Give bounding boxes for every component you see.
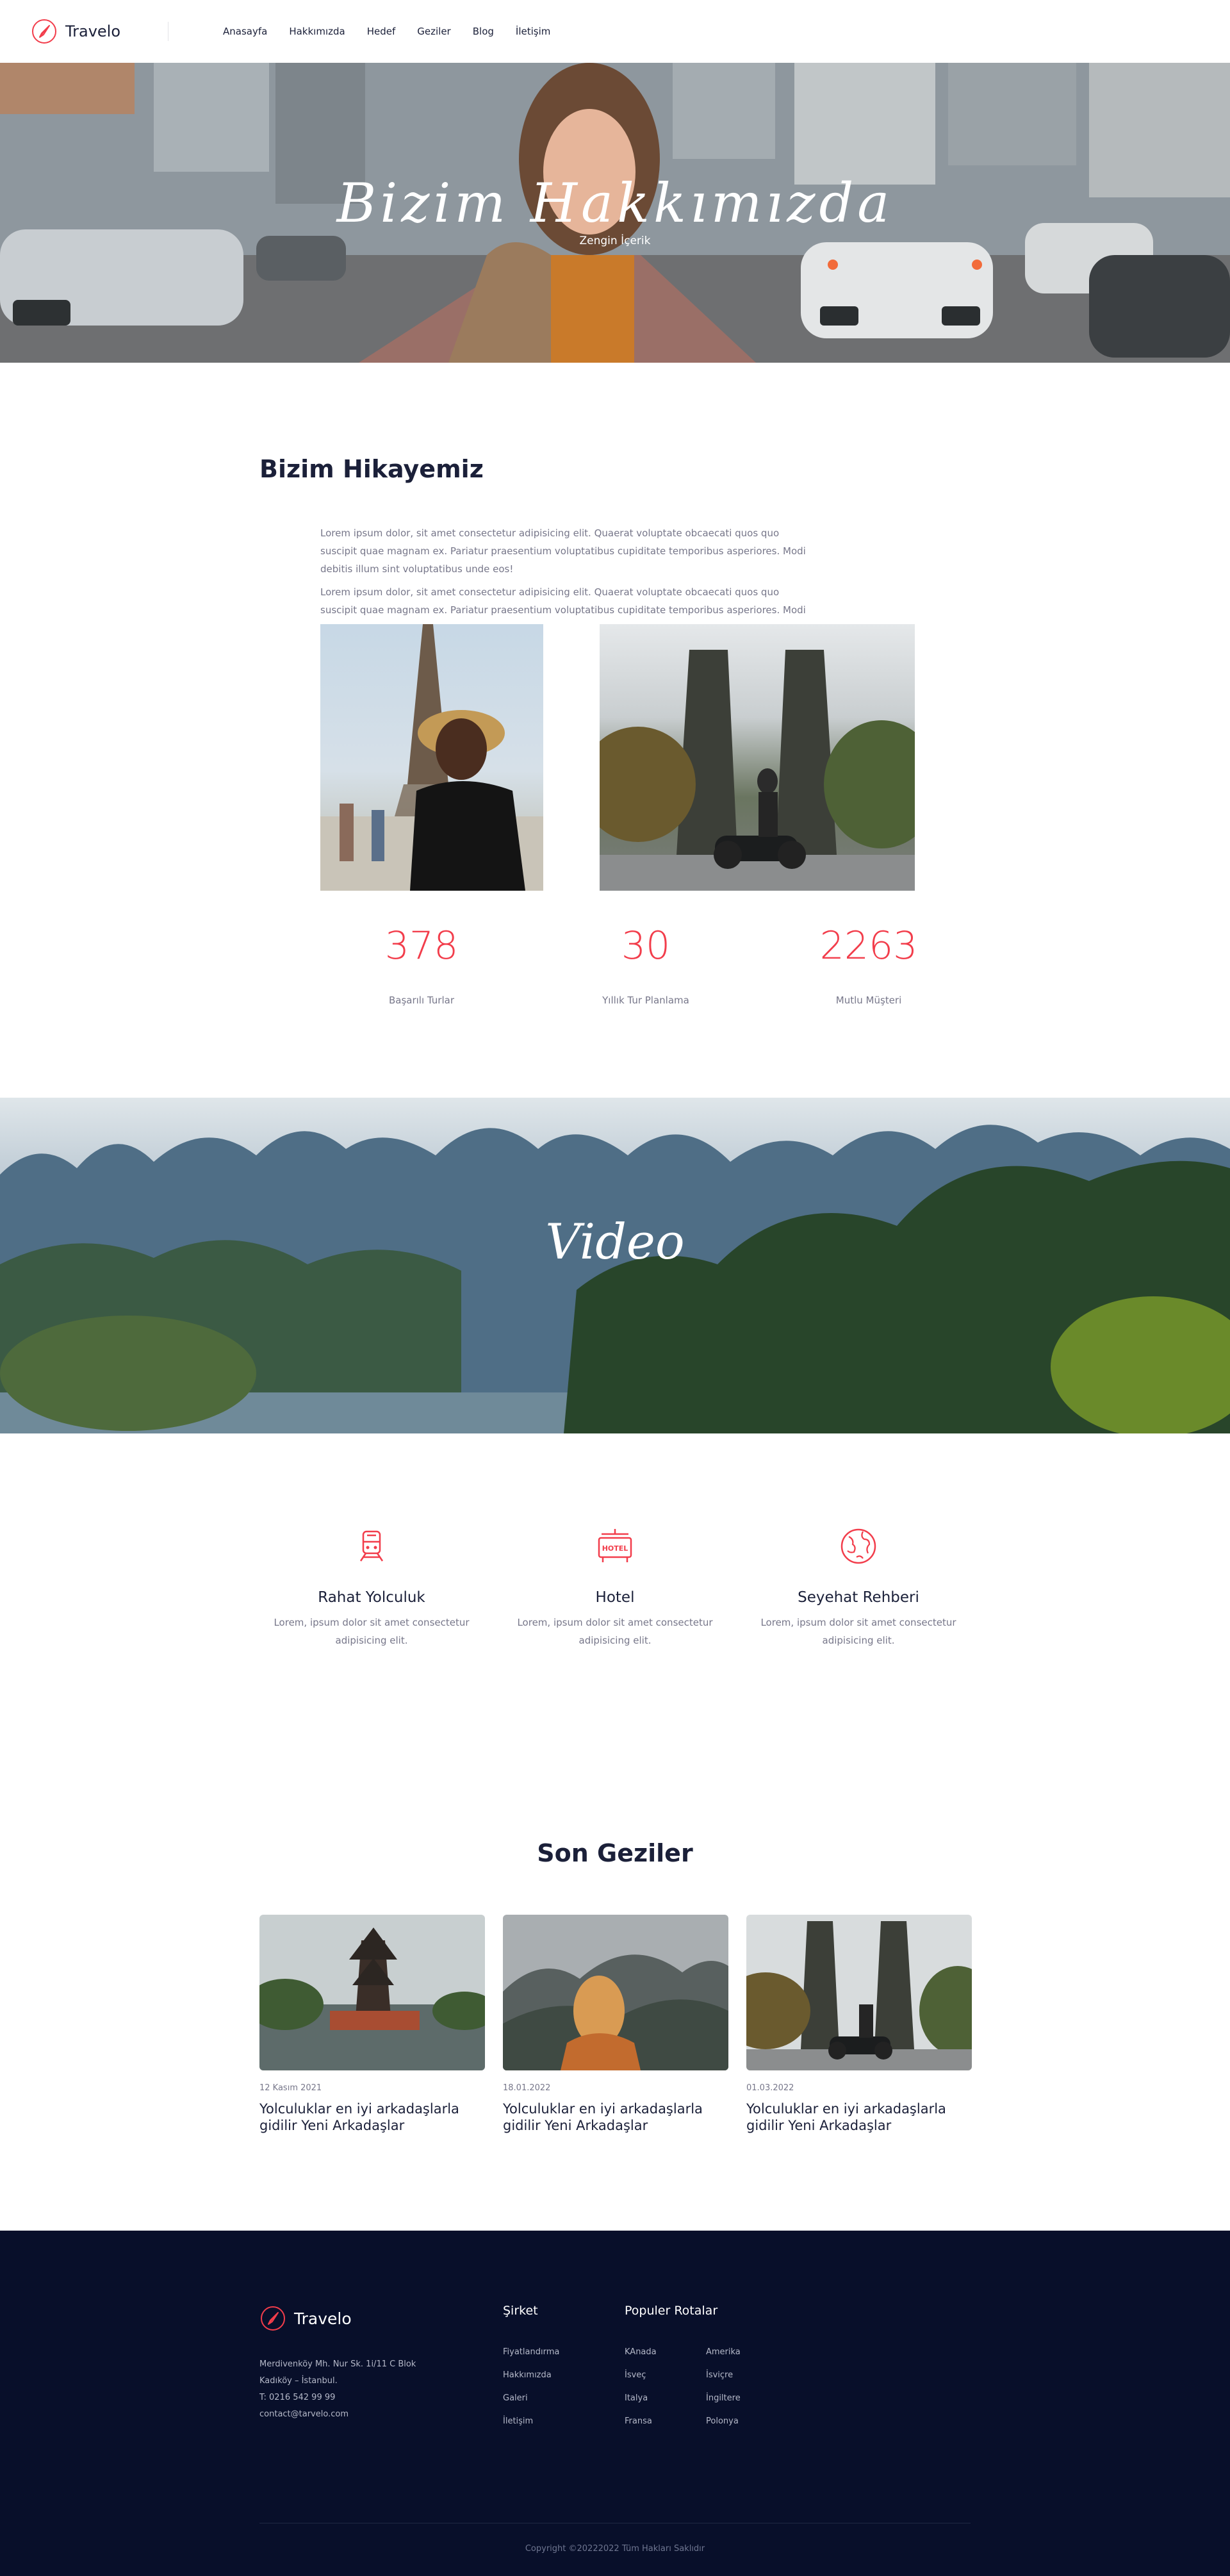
- nav-link-trips[interactable]: Geziler: [417, 26, 450, 37]
- trip-image-temple-lake[interactable]: [259, 1915, 485, 2070]
- stat-planning-value: 30: [621, 923, 671, 968]
- temple-lake-art: [259, 1915, 485, 2070]
- trip-title[interactable]: Yolculuklar en iyi arkadaşlarla gidilir …: [746, 2101, 972, 2134]
- copyright-text: Copyright ©20222022 Tüm Hakları Saklıdır: [525, 2544, 705, 2554]
- hero-banner: Bizim Hakkımızda Zengin İçerik: [0, 63, 1230, 363]
- route-link[interactable]: İngiltere: [706, 2387, 741, 2410]
- route-link[interactable]: İsveç: [625, 2364, 657, 2387]
- footer-link[interactable]: Hakkımızda: [503, 2364, 559, 2387]
- trip-image-misty-mountains[interactable]: [503, 1915, 728, 2070]
- stat-tours: 378 Başarılı Turlar: [338, 923, 505, 1006]
- footer-company-links: Fiyatlandırma Hakkımızda Galeri İletişim: [503, 2341, 559, 2433]
- compass-logo-icon: [261, 2306, 285, 2331]
- stat-tours-value: 378: [384, 923, 459, 968]
- eiffel-photo-art: [320, 624, 543, 891]
- stat-customers-value: 2263: [819, 923, 918, 968]
- feature-travel-guide: Seyehat Rehberi Lorem, ipsum dolor sit a…: [750, 1525, 967, 1649]
- address-line: Merdivenköy Mh. Nur Sk. 1i/11 C Blok: [259, 2359, 416, 2369]
- hotel-icon-text: HOTEL: [602, 1544, 628, 1553]
- hotel-icon: HOTEL: [598, 1529, 632, 1562]
- trip-image-temple-gate[interactable]: [746, 1915, 972, 2070]
- address-line: Kadıköy – İstanbul.: [259, 2376, 338, 2386]
- gate-photo-art: [600, 650, 915, 891]
- stat-tours-label: Başarılı Turlar: [388, 995, 454, 1006]
- footer-link[interactable]: Fiyatlandırma: [503, 2341, 559, 2364]
- footer-brand[interactable]: Travelo: [259, 2305, 352, 2332]
- trip-title[interactable]: Yolculuklar en iyi arkadaşlarla gidilir …: [259, 2101, 485, 2134]
- route-link[interactable]: İsviçre: [706, 2364, 741, 2387]
- brand-name: Travelo: [65, 22, 121, 40]
- main-menu: Anasayfa Hakkımızda Hedef Geziler Blog İ…: [223, 0, 550, 63]
- hero-title: Bizim Hakkımızda: [336, 172, 894, 235]
- route-link[interactable]: Amerika: [706, 2341, 741, 2364]
- trip-date: 18.01.2022: [503, 2083, 551, 2093]
- footer-address: Merdivenköy Mh. Nur Sk. 1i/11 C Blok Kad…: [259, 2356, 416, 2423]
- route-link[interactable]: Polonya: [706, 2410, 741, 2433]
- temple-gate-motorbike-photo: [600, 624, 915, 891]
- feature-description: Lorem, ipsum dolor sit amet consectetur …: [517, 1617, 713, 1646]
- stat-customers: 2263 Mutlu Müşteri: [785, 923, 952, 1006]
- eiffel-tower-photo: [320, 624, 543, 891]
- brand-logo[interactable]: Travelo: [31, 18, 120, 45]
- hero-subtitle: Zengin İçerik: [579, 235, 651, 247]
- trip-card-2[interactable]: 18.01.2022 Yolculuklar en iyi arkadaşlar…: [503, 1915, 728, 2134]
- footer-link[interactable]: İletişim: [503, 2410, 559, 2433]
- trip-date: 12 Kasım 2021: [259, 2083, 322, 2093]
- nav-link-home[interactable]: Anasayfa: [223, 26, 267, 37]
- stat-planning: 30 Yıllık Tur Planlama: [562, 923, 729, 1006]
- temple-gate-art: [746, 1915, 972, 2070]
- stat-planning-label: Yıllık Tur Planlama: [602, 995, 689, 1006]
- misty-mountains-art: [503, 1915, 728, 2070]
- feature-description: Lorem, ipsum dolor sit amet consectetur …: [274, 1617, 470, 1646]
- route-link[interactable]: KAnada: [625, 2341, 657, 2364]
- trip-date: 01.03.2022: [746, 2083, 794, 2093]
- video-banner[interactable]: Video: [0, 1098, 1230, 1433]
- train-icon: [359, 1530, 384, 1562]
- recent-trips-title: Son Geziler: [537, 1839, 693, 1867]
- globe-icon: [840, 1528, 876, 1564]
- phone-number: T: 0216 542 99 99: [259, 2393, 336, 2402]
- feature-title: Hotel: [595, 1589, 635, 1606]
- compass-logo-icon: [32, 19, 56, 44]
- route-link[interactable]: Fransa: [625, 2410, 657, 2433]
- route-link[interactable]: Italya: [625, 2387, 657, 2410]
- footer-link[interactable]: Galeri: [503, 2387, 559, 2410]
- feature-description: Lorem, ipsum dolor sit amet consectetur …: [760, 1617, 956, 1646]
- feature-comfortable-travel: Rahat Yolculuk Lorem, ipsum dolor sit am…: [263, 1525, 480, 1649]
- trip-title[interactable]: Yolculuklar en iyi arkadaşlarla gidilir …: [503, 2101, 728, 2134]
- stat-customers-label: Mutlu Müşteri: [835, 995, 902, 1006]
- trip-card-3[interactable]: 01.03.2022 Yolculuklar en iyi arkadaşlar…: [746, 1915, 972, 2134]
- feature-hotel: HOTEL Hotel Lorem, ipsum dolor sit amet …: [506, 1525, 724, 1649]
- story-title: Bizim Hikayemiz: [259, 455, 484, 483]
- video-title: Video: [545, 1213, 685, 1270]
- nav-link-destination[interactable]: Hedef: [367, 26, 396, 37]
- footer-brand-name: Travelo: [294, 2309, 352, 2328]
- top-navbar: Travelo Anasayfa Hakkımızda Hedef Gezile…: [0, 0, 1230, 63]
- footer-routes-col-1: KAnada İsveç Italya Fransa: [625, 2341, 657, 2433]
- footer-routes-col-2: Amerika İsviçre İngiltere Polonya: [706, 2341, 741, 2433]
- feature-title: Rahat Yolculuk: [318, 1589, 425, 1606]
- story-paragraph-1: Lorem ipsum dolor, sit amet consectetur …: [320, 527, 806, 575]
- footer-routes-title: Populer Rotalar: [625, 2304, 718, 2318]
- footer-company-title: Şirket: [503, 2304, 538, 2318]
- site-footer: Travelo Merdivenköy Mh. Nur Sk. 1i/11 C …: [0, 2231, 1230, 2576]
- story-paragraph-2: Lorem ipsum dolor, sit amet consectetur …: [320, 586, 806, 616]
- feature-title: Seyehat Rehberi: [798, 1589, 919, 1606]
- nav-link-about[interactable]: Hakkımızda: [289, 26, 345, 37]
- nav-link-blog[interactable]: Blog: [473, 26, 494, 37]
- nav-link-contact[interactable]: İletişim: [516, 26, 550, 37]
- story-paragraph-2-clip: Lorem ipsum dolor, sit amet consectetur …: [320, 583, 820, 620]
- email-address[interactable]: contact@tarvelo.com: [259, 2406, 416, 2423]
- trip-card-1[interactable]: 12 Kasım 2021 Yolculuklar en iyi arkadaş…: [259, 1915, 485, 2134]
